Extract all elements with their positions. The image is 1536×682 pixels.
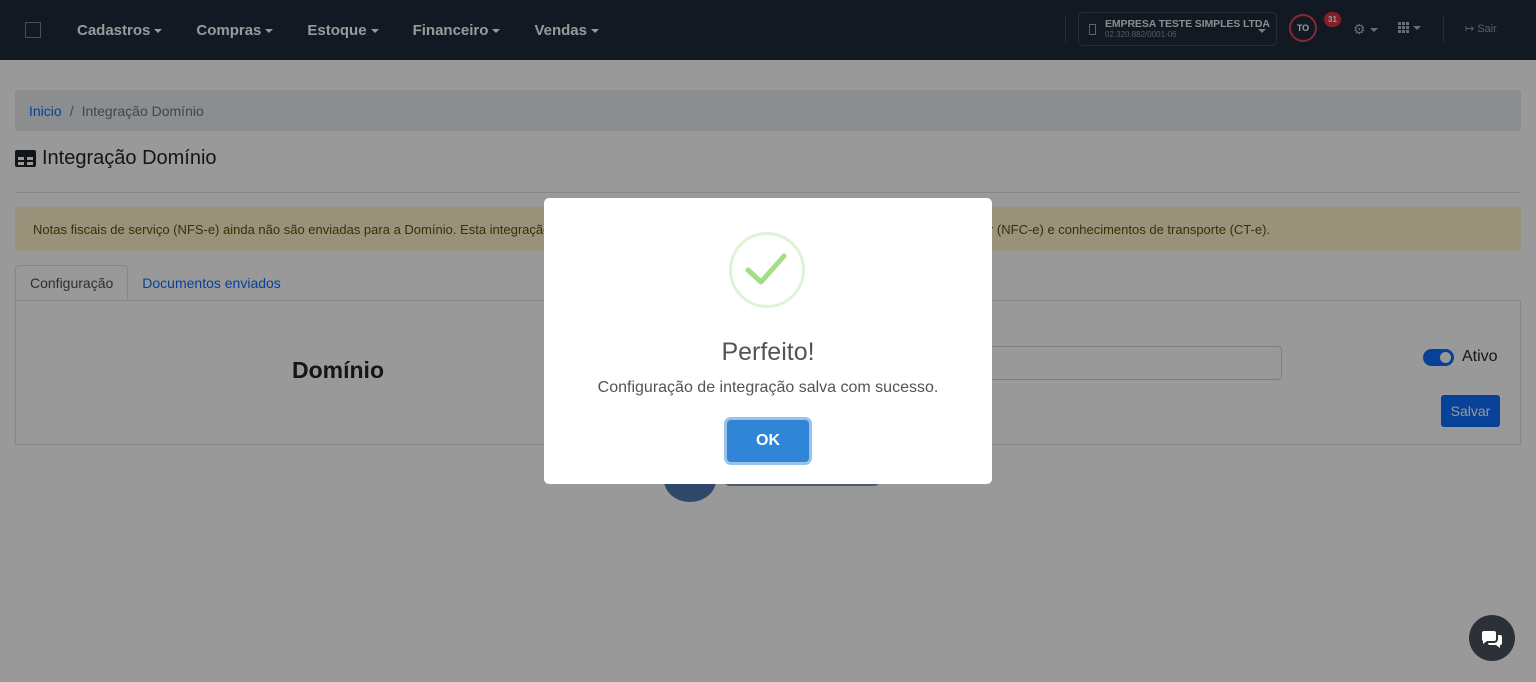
success-check-icon — [729, 232, 805, 308]
modal-text: Configuração de integração salva com suc… — [597, 379, 939, 396]
chat-icon — [1481, 631, 1502, 648]
ok-button[interactable]: OK — [727, 420, 809, 462]
chat-button[interactable] — [1469, 615, 1515, 661]
success-modal: Perfeito! Configuração de integração sal… — [544, 198, 992, 484]
modal-title: Perfeito! — [721, 338, 815, 366]
